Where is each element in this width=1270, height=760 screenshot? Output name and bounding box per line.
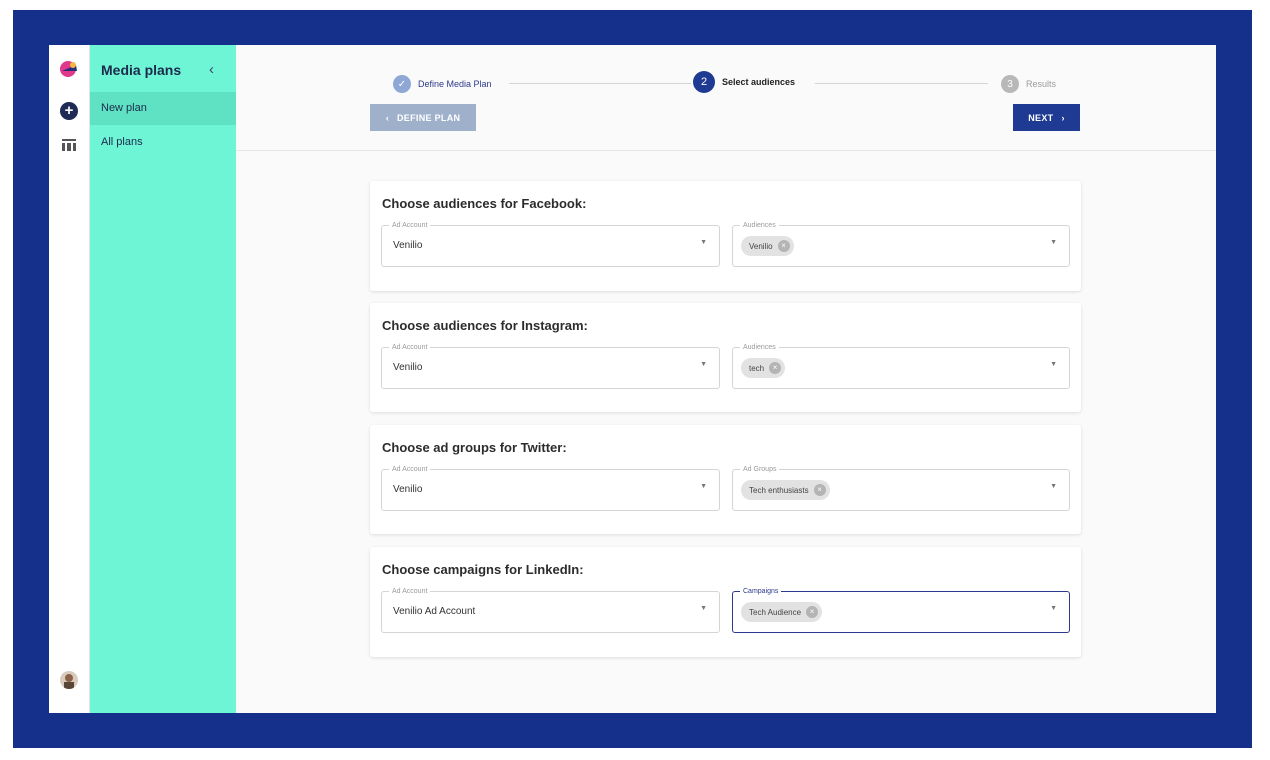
audiences-select[interactable]: Audiences Venilio × ▼ bbox=[732, 221, 1070, 267]
campaigns-select[interactable]: Campaigns Tech Audience × ▼ bbox=[732, 587, 1070, 633]
step-connector bbox=[815, 83, 988, 84]
field-legend: Audiences bbox=[740, 343, 779, 352]
caret-down-icon: ▼ bbox=[1050, 483, 1057, 490]
step-label: Select audiences bbox=[722, 77, 796, 87]
app-window: + Media plans ‹ New plan All plans ✓ Def… bbox=[49, 45, 1216, 713]
chip-label: tech bbox=[749, 363, 765, 373]
step-define-media-plan: ✓ Define Media Plan bbox=[393, 73, 492, 95]
sidebar-item-new-plan[interactable]: New plan bbox=[90, 92, 236, 125]
field-legend: Ad Account bbox=[389, 343, 431, 352]
audiences-select[interactable]: Audiences tech × ▼ bbox=[732, 343, 1070, 389]
field-legend: Ad Account bbox=[389, 465, 431, 474]
cancel-icon[interactable]: × bbox=[806, 606, 819, 618]
step-number-badge: 2 bbox=[693, 71, 715, 93]
caret-down-icon: ▼ bbox=[1050, 239, 1057, 246]
ad-account-select[interactable]: Ad Account Venilio Ad Account ▼ bbox=[381, 587, 720, 633]
field-value: Venilio Ad Account bbox=[393, 606, 476, 617]
cancel-icon[interactable]: × bbox=[813, 484, 826, 496]
chip-label: Tech Audience bbox=[749, 607, 802, 617]
chevron-left-icon: ‹ bbox=[385, 112, 389, 123]
check-circle-icon: ✓ bbox=[393, 75, 411, 93]
selected-chip: tech × bbox=[741, 358, 786, 378]
new-plan-icon[interactable]: + bbox=[60, 102, 78, 120]
ad-groups-select[interactable]: Ad Groups Tech enthusiasts × ▼ bbox=[732, 465, 1070, 511]
ad-account-select[interactable]: Ad Account Venilio ▼ bbox=[381, 221, 720, 267]
collapse-chevron-icon[interactable]: ‹ bbox=[209, 61, 214, 78]
stepper-header: ✓ Define Media Plan 2 Select audiences 3… bbox=[236, 45, 1216, 151]
ad-account-select[interactable]: Ad Account Venilio ▼ bbox=[381, 465, 720, 511]
side-navigation: Media plans ‹ New plan All plans bbox=[90, 45, 236, 713]
table-icon[interactable] bbox=[62, 139, 76, 151]
instagram-card: Choose audiences for Instagram: Ad Accou… bbox=[370, 303, 1081, 412]
next-button[interactable]: NEXT › bbox=[1013, 104, 1080, 131]
selected-chip: Venilio × bbox=[741, 236, 794, 256]
caret-down-icon: ▼ bbox=[700, 483, 707, 490]
step-label: Define Media Plan bbox=[418, 79, 492, 89]
caret-down-icon: ▼ bbox=[700, 605, 707, 612]
linkedin-card: Choose campaigns for LinkedIn: Ad Accoun… bbox=[370, 547, 1081, 657]
chip-label: Venilio bbox=[749, 241, 773, 251]
step-select-audiences: 2 Select audiences bbox=[693, 71, 795, 93]
field-legend: Campaigns bbox=[740, 587, 782, 596]
cancel-icon[interactable]: × bbox=[777, 240, 790, 252]
card-title: Choose ad groups for Twitter: bbox=[382, 440, 567, 455]
app-logo-icon[interactable] bbox=[58, 59, 80, 79]
icon-rail: + bbox=[49, 45, 90, 713]
field-legend: Audiences bbox=[740, 221, 779, 230]
next-button-label: NEXT bbox=[1028, 112, 1054, 123]
step-label: Results bbox=[1026, 79, 1057, 89]
field-legend: Ad Account bbox=[389, 221, 431, 230]
selected-chip: Tech enthusiasts × bbox=[741, 480, 830, 500]
selected-chip: Tech Audience × bbox=[741, 602, 823, 622]
user-avatar-icon bbox=[64, 674, 74, 689]
caret-down-icon: ▼ bbox=[1050, 361, 1057, 368]
step-number-badge: 3 bbox=[1001, 75, 1019, 93]
chevron-right-icon: › bbox=[1061, 112, 1065, 123]
field-value: Venilio bbox=[393, 484, 423, 495]
field-value: Venilio bbox=[393, 240, 423, 251]
step-connector bbox=[509, 83, 691, 84]
caret-down-icon: ▼ bbox=[700, 361, 707, 368]
user-avatar[interactable] bbox=[60, 671, 78, 689]
card-title: Choose audiences for Instagram: bbox=[382, 318, 588, 333]
caret-down-icon: ▼ bbox=[700, 239, 707, 246]
field-legend: Ad Groups bbox=[740, 465, 780, 474]
facebook-card: Choose audiences for Facebook: Ad Accoun… bbox=[370, 181, 1081, 291]
back-button-label: DEFINE PLAN bbox=[397, 112, 461, 123]
sidenav-title: Media plans bbox=[101, 62, 182, 78]
caret-down-icon: ▼ bbox=[1050, 605, 1057, 612]
ad-account-select[interactable]: Ad Account Venilio ▼ bbox=[381, 343, 720, 389]
chip-label: Tech enthusiasts bbox=[749, 485, 809, 495]
twitter-card: Choose ad groups for Twitter: Ad Account… bbox=[370, 425, 1081, 534]
cancel-icon[interactable]: × bbox=[769, 362, 782, 374]
back-define-plan-button[interactable]: ‹ DEFINE PLAN bbox=[370, 104, 476, 131]
card-title: Choose audiences for Facebook: bbox=[382, 196, 587, 211]
sidebar-item-all-plans[interactable]: All plans bbox=[90, 126, 236, 159]
field-value: Venilio bbox=[393, 362, 423, 373]
field-legend: Ad Account bbox=[389, 587, 431, 596]
card-title: Choose campaigns for LinkedIn: bbox=[382, 562, 584, 577]
step-results: 3 Results bbox=[1001, 73, 1056, 95]
